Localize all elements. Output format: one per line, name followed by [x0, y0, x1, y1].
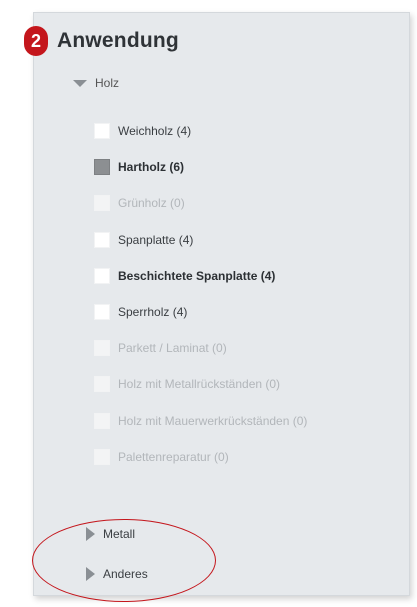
filter-option-label: Holz mit Mauerwerkrückständen (0)	[118, 413, 308, 428]
checkbox[interactable]	[94, 304, 110, 321]
filter-option-label: Spanplatte (4)	[118, 232, 194, 247]
filter-option-holz-mauerwerk: Holz mit Mauerwerkrückständen (0)	[94, 403, 307, 439]
filter-option-weichholz[interactable]: Weichholz (4)	[94, 113, 307, 149]
filter-option-label: Sperrholz (4)	[118, 305, 188, 320]
filter-option-label: Hartholz (6)	[118, 160, 184, 175]
checkbox[interactable]	[94, 267, 110, 284]
filter-option-label: Parkett / Laminat (0)	[118, 341, 227, 356]
filter-options-list: Weichholz (4) Hartholz (6) Grünholz (0) …	[94, 113, 307, 475]
checkbox-disabled	[94, 195, 110, 212]
filter-option-holz-metall: Holz mit Metallrückständen (0)	[94, 366, 307, 402]
filter-option-label: Holz mit Metallrückständen (0)	[118, 377, 281, 392]
filter-option-beschichtete-spanplatte[interactable]: Beschichtete Spanplatte (4)	[94, 258, 307, 294]
checkbox-disabled	[94, 376, 110, 393]
filter-option-hartholz[interactable]: Hartholz (6)	[94, 149, 307, 185]
filter-option-palettenreparatur: Palettenreparatur (0)	[94, 439, 307, 475]
expanded-triangle-icon	[73, 79, 87, 87]
group-label: Holz	[95, 76, 120, 90]
checkbox-disabled	[94, 340, 110, 357]
step-number-badge: 2	[24, 26, 48, 56]
section-title: Anwendung	[57, 29, 179, 52]
filter-option-label: Weichholz (4)	[118, 124, 192, 139]
checkbox-checked[interactable]	[94, 159, 110, 176]
checkbox-disabled	[94, 412, 110, 429]
checkbox-disabled	[94, 448, 110, 465]
filter-option-label: Palettenreparatur (0)	[118, 449, 229, 464]
filter-option-label: Grünholz (0)	[118, 196, 185, 211]
checkbox[interactable]	[94, 123, 110, 140]
filter-option-parkett-laminat: Parkett / Laminat (0)	[94, 330, 307, 366]
filter-option-gruenholz: Grünholz (0)	[94, 185, 307, 221]
filter-option-sperrholz[interactable]: Sperrholz (4)	[94, 294, 307, 330]
filter-option-spanplatte[interactable]: Spanplatte (4)	[94, 222, 307, 258]
group-holz-toggle[interactable]: Holz	[73, 76, 119, 90]
filter-option-label: Beschichtete Spanplatte (4)	[118, 268, 276, 283]
highlight-ellipse-annotation	[32, 519, 216, 602]
checkbox[interactable]	[94, 231, 110, 248]
